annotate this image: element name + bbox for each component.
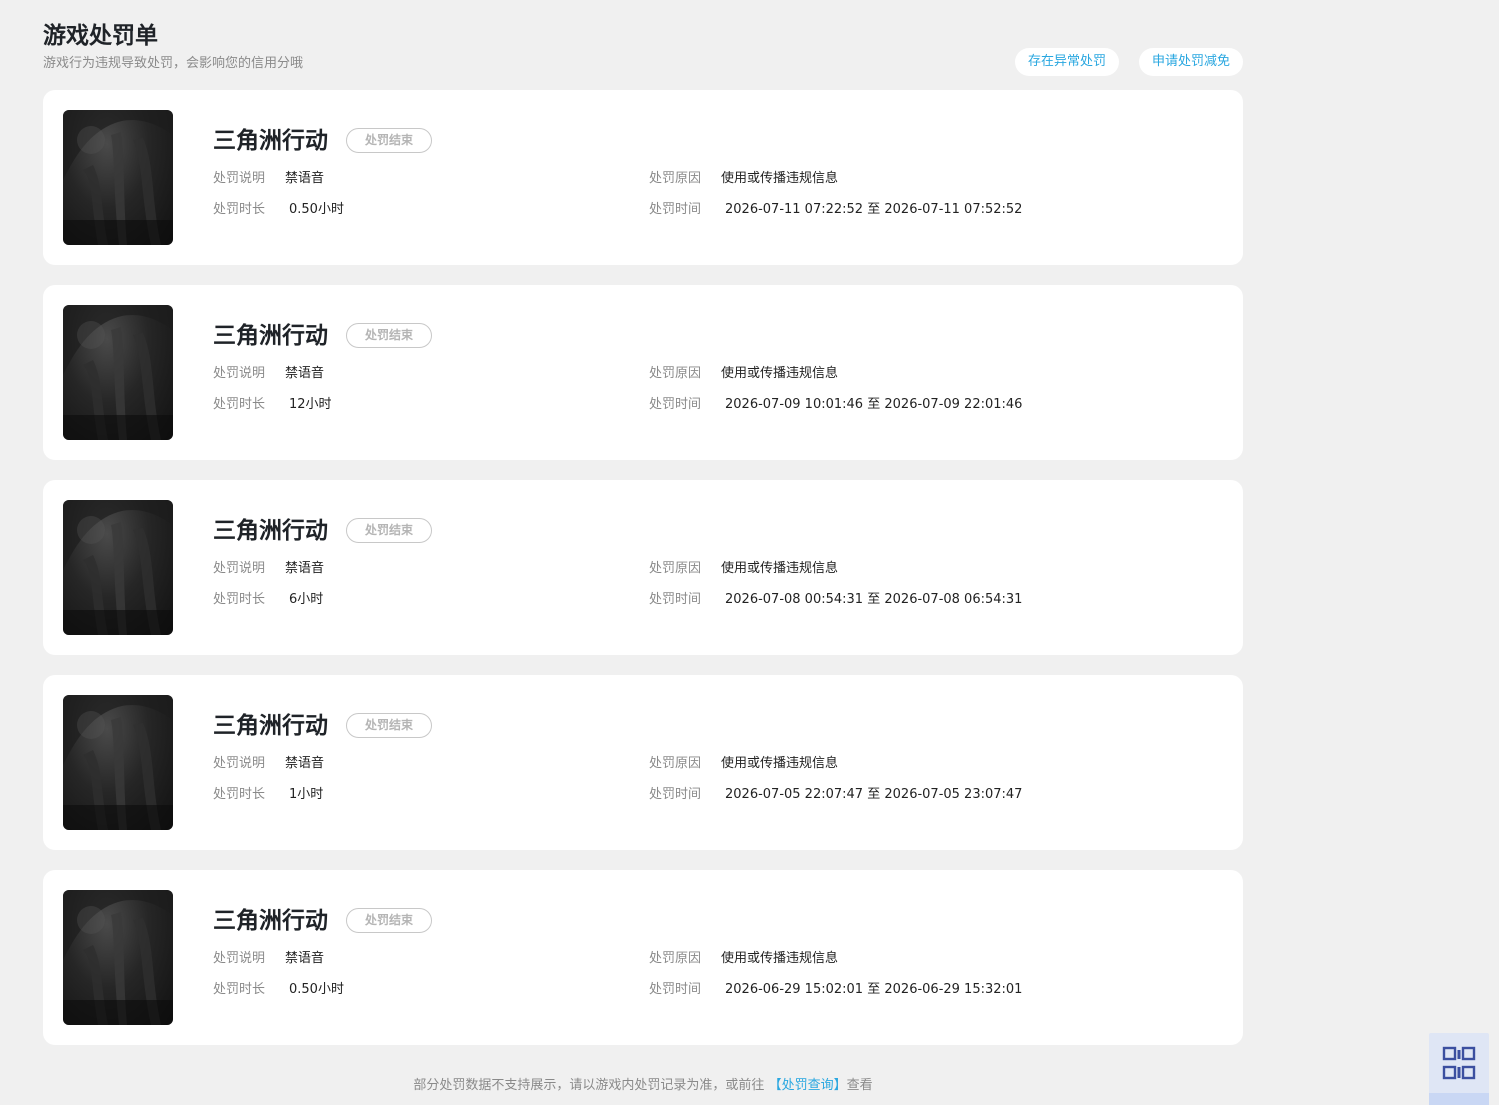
duration-label: 处罚时长 [213,787,266,802]
reason-value: 使用或传播违规信息 [721,756,839,771]
end-time: 2026-07-08 06:54:31 [884,592,1023,607]
report-abnormal-penalty-button[interactable]: 存在异常处罚 [1014,48,1119,76]
description-label: 处罚说明 [213,756,266,771]
reason-label: 处罚原因 [649,366,702,381]
status-badge: 处罚结束 [346,323,432,348]
reason-value: 使用或传播违规信息 [721,561,839,576]
description-value: 禁语音 [285,951,325,966]
qr-code-icon [1442,1046,1476,1080]
range-separator: 至 [867,787,881,802]
start-time: 2026-07-05 22:07:47 [725,787,864,802]
status-badge: 处罚结束 [346,713,432,738]
reason-label: 处罚原因 [649,951,702,966]
description-value: 禁语音 [285,366,325,381]
reason-value: 使用或传播违规信息 [721,366,839,381]
start-time: 2026-06-29 15:02:01 [725,982,864,997]
time-range-value: 2026-07-11 07:22:52 至 2026-07-11 07:52:5… [725,201,1022,219]
description-value: 禁语音 [285,756,325,771]
reason-label: 处罚原因 [649,756,702,771]
reason-value: 使用或传播违规信息 [721,171,839,186]
game-name: 三角洲行动 [213,128,328,154]
description-label: 处罚说明 [213,171,266,186]
start-time: 2026-07-11 07:22:52 [725,202,864,217]
description-label: 处罚说明 [213,951,266,966]
penalty-card: 三角洲行动 处罚结束 处罚说明 禁语音 处罚时长 1小时 处罚原因 使用或传播违… [43,675,1243,850]
page-header: 游戏处罚单 游戏行为违规导致处罚，会影响您的信用分哦 存在异常处罚 申请处罚减免 [43,20,1243,80]
time-label: 处罚时间 [649,787,702,802]
game-cover-image [63,500,173,635]
reason-label: 处罚原因 [649,561,702,576]
end-time: 2026-06-29 15:32:01 [884,982,1023,997]
header-actions: 存在异常处罚 申请处罚减免 [1014,48,1243,76]
end-time: 2026-07-11 07:52:52 [884,202,1023,217]
duration-value: 0.50小时 [289,982,344,997]
duration-label: 处罚时长 [213,982,266,997]
start-time: 2026-07-08 00:54:31 [725,592,864,607]
penalty-card: 三角洲行动 处罚结束 处罚说明 禁语音 处罚时长 0.50小时 处罚原因 使用或… [43,90,1243,265]
time-range-value: 2026-07-05 22:07:47 至 2026-07-05 23:07:4… [725,786,1022,804]
duration-value: 1小时 [289,787,324,802]
end-time: 2026-07-09 22:01:46 [884,397,1023,412]
game-name: 三角洲行动 [213,713,328,739]
description-value: 禁语音 [285,561,325,576]
game-name: 三角洲行动 [213,323,328,349]
duration-value: 0.50小时 [289,202,344,217]
time-range-value: 2026-07-09 10:01:46 至 2026-07-09 22:01:4… [725,396,1022,414]
description-label: 处罚说明 [213,366,266,381]
duration-value: 6小时 [289,592,324,607]
game-cover-image [63,110,173,245]
duration-label: 处罚时长 [213,202,266,217]
game-cover-image [63,305,173,440]
qr-widget-footer [1429,1093,1489,1105]
footer-note-suffix: 查看 [846,1078,873,1093]
duration-label: 处罚时长 [213,592,266,607]
reason-value: 使用或传播违规信息 [721,951,839,966]
time-label: 处罚时间 [649,397,702,412]
footer-note: 部分处罚数据不支持展示，请以游戏内处罚记录为准，或前往 【处罚查询】查看 [0,1077,1286,1095]
duration-label: 处罚时长 [213,397,266,412]
status-badge: 处罚结束 [346,128,432,153]
end-time: 2026-07-05 23:07:47 [884,787,1023,802]
penalty-list: 三角洲行动 处罚结束 处罚说明 禁语音 处罚时长 0.50小时 处罚原因 使用或… [43,90,1243,1065]
time-range-value: 2026-06-29 15:02:01 至 2026-06-29 15:32:0… [725,981,1022,999]
footer-note-prefix: 部分处罚数据不支持展示，请以游戏内处罚记录为准，或前往 [413,1078,765,1093]
penalty-card: 三角洲行动 处罚结束 处罚说明 禁语音 处罚时长 12小时 处罚原因 使用或传播… [43,285,1243,460]
apply-penalty-reduction-button[interactable]: 申请处罚减免 [1138,48,1243,76]
penalty-card: 三角洲行动 处罚结束 处罚说明 禁语音 处罚时长 6小时 处罚原因 使用或传播违… [43,480,1243,655]
status-badge: 处罚结束 [346,518,432,543]
status-badge: 处罚结束 [346,908,432,933]
reason-label: 处罚原因 [649,171,702,186]
penalty-card: 三角洲行动 处罚结束 处罚说明 禁语音 处罚时长 0.50小时 处罚原因 使用或… [43,870,1243,1045]
description-label: 处罚说明 [213,561,266,576]
time-label: 处罚时间 [649,202,702,217]
penalty-query-link[interactable]: 【处罚查询】 [769,1078,847,1093]
description-value: 禁语音 [285,171,325,186]
duration-value: 12小时 [289,397,332,412]
game-cover-image [63,890,173,1025]
game-cover-image [63,695,173,830]
game-name: 三角洲行动 [213,518,328,544]
range-separator: 至 [867,592,881,607]
time-label: 处罚时间 [649,982,702,997]
range-separator: 至 [867,202,881,217]
qr-code-button[interactable] [1429,1033,1489,1105]
time-label: 处罚时间 [649,592,702,607]
game-name: 三角洲行动 [213,908,328,934]
time-range-value: 2026-07-08 00:54:31 至 2026-07-08 06:54:3… [725,591,1022,609]
range-separator: 至 [867,982,881,997]
range-separator: 至 [867,397,881,412]
start-time: 2026-07-09 10:01:46 [725,397,864,412]
